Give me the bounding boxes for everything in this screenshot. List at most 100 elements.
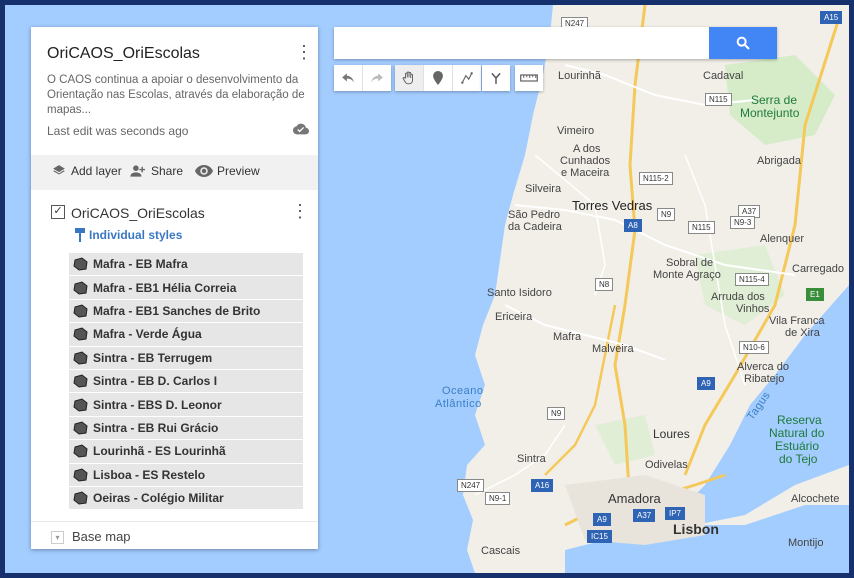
place-label: Santo Isidoro xyxy=(487,287,552,299)
preview-label: Preview xyxy=(217,164,260,178)
layer-feature-item[interactable]: Lourinhã - ES Lourinhã xyxy=(69,440,303,463)
last-edit-status: Last edit was seconds ago xyxy=(47,124,189,138)
hand-icon xyxy=(402,71,413,85)
layer-feature-item[interactable]: Lisboa - ES Restelo xyxy=(69,463,303,486)
add-directions-button[interactable] xyxy=(482,65,510,91)
cloud-saved-icon xyxy=(293,123,309,135)
history-toolbar xyxy=(334,65,391,91)
place-label: Ribatejo xyxy=(744,373,785,385)
place-label: Mafra xyxy=(553,331,582,343)
base-map-section[interactable]: ▾ Base map xyxy=(31,521,318,550)
layer-feature-item[interactable]: Sintra - EB D. Carlos I xyxy=(69,369,303,393)
layer-feature-item[interactable]: Mafra - EB Mafra xyxy=(69,253,303,276)
layer-name[interactable]: OriCAOS_OriEscolas xyxy=(71,205,205,221)
place-label: Oceano xyxy=(442,385,484,397)
place-label: Arruda dos xyxy=(711,291,765,303)
place-label: Lisbon xyxy=(673,521,719,537)
search-button[interactable] xyxy=(709,27,777,59)
place-label: São Pedro xyxy=(508,209,560,221)
place-label: Alverca do xyxy=(737,361,789,373)
place-label: Vinhos xyxy=(736,303,770,315)
road-shield: N9-3 xyxy=(730,216,756,229)
layer-feature-item[interactable]: Mafra - EB1 Sanches de Brito xyxy=(69,299,303,323)
add-marker-button[interactable] xyxy=(424,65,453,91)
place-label: Cadaval xyxy=(703,70,744,82)
layer-feature-item[interactable]: Mafra - Verde Água xyxy=(69,323,303,346)
layer-feature-list: Mafra - EB Mafra Mafra - EB1 Hélia Correi… xyxy=(69,253,303,510)
layer-options-kebab-icon[interactable]: ⋮ xyxy=(291,202,309,220)
road-shield: N9 xyxy=(657,208,676,221)
polygon-icon xyxy=(73,281,88,295)
action-bar: Add layer Share Preview xyxy=(31,155,318,190)
place-label: Silveira xyxy=(525,183,562,195)
expand-arrow-icon[interactable]: ▾ xyxy=(51,531,64,544)
redo-icon xyxy=(371,73,383,83)
redo-button[interactable] xyxy=(363,65,391,91)
layer-feature-label: Mafra - EB Mafra xyxy=(93,257,188,272)
road-shield: N9 xyxy=(547,407,566,420)
place-label: Montejunto xyxy=(740,106,800,120)
layer-feature-item[interactable]: Sintra - EB Rui Grácio xyxy=(69,416,303,440)
layer-feature-label: Sintra - EB D. Carlos I xyxy=(93,374,218,389)
place-label: Odivelas xyxy=(645,459,688,471)
polygon-icon xyxy=(73,374,88,388)
place-label: Amadora xyxy=(608,491,661,506)
select-tool-button[interactable] xyxy=(395,65,424,91)
road-shield: A15 xyxy=(820,11,843,24)
map-description[interactable]: O CAOS continua a apoiar o desenvolvimen… xyxy=(47,73,305,118)
place-label: Sobral de xyxy=(666,257,714,269)
map-options-kebab-icon[interactable]: ⋮ xyxy=(295,43,313,61)
polygon-icon xyxy=(73,444,88,458)
marker-icon xyxy=(433,71,443,85)
individual-styles-label: Individual styles xyxy=(89,228,183,242)
undo-button[interactable] xyxy=(334,65,363,91)
place-label: Alenquer xyxy=(760,233,805,245)
place-label: Natural do xyxy=(769,426,825,440)
add-layer-label: Add layer xyxy=(71,164,122,178)
individual-styles-link[interactable]: Individual styles xyxy=(75,228,182,242)
road-shield: N115 xyxy=(688,221,715,234)
search-input[interactable] xyxy=(334,27,719,57)
place-label: do Tejo xyxy=(779,452,818,466)
layer-feature-label: Sintra - EB Rui Grácio xyxy=(93,420,219,435)
share-button[interactable]: Share xyxy=(129,164,183,178)
place-label: Lourinhã xyxy=(558,70,601,82)
road-shield: IP7 xyxy=(665,507,686,520)
layer-feature-item[interactable]: Sintra - EBS D. Leonor xyxy=(69,393,303,416)
place-label: Loures xyxy=(653,427,690,441)
place-label: Carregado xyxy=(792,263,844,275)
road-shield: N10-6 xyxy=(739,341,769,354)
road-shield: E1 xyxy=(806,288,824,301)
search-box xyxy=(334,27,777,59)
place-label: Abrigada xyxy=(757,155,802,167)
map-title[interactable]: OriCAOS_OriEscolas xyxy=(47,45,200,63)
place-label: Vila Franca xyxy=(769,315,825,327)
eye-icon xyxy=(195,165,213,177)
road-shield: N8 xyxy=(595,278,614,291)
add-layer-button[interactable]: Add layer xyxy=(51,164,122,178)
layer-feature-label: Lisboa - ES Restelo xyxy=(93,467,206,482)
preview-button[interactable]: Preview xyxy=(195,164,260,178)
layer-visibility-checkbox[interactable]: ✓ xyxy=(51,205,65,219)
place-label: Alcochete xyxy=(791,493,840,505)
directions-icon xyxy=(491,72,501,84)
layer-feature-label: Mafra - EB1 Sanches de Brito xyxy=(93,303,261,318)
road-shield: N115 xyxy=(705,93,732,106)
layer-feature-label: Lourinhã - ES Lourinhã xyxy=(93,444,226,459)
add-person-icon xyxy=(130,165,145,177)
draw-line-button[interactable] xyxy=(453,65,481,91)
layer-feature-label: Sintra - EBS D. Leonor xyxy=(93,397,222,412)
layer-feature-item[interactable]: Oeiras - Colégio Militar xyxy=(69,486,303,510)
ruler-icon xyxy=(520,74,538,82)
measure-button[interactable] xyxy=(515,65,543,91)
polygon-icon xyxy=(73,468,88,482)
layer-feature-item[interactable]: Sintra - EB Terrugem xyxy=(69,346,303,369)
layer-feature-label: Mafra - EB1 Hélia Correia xyxy=(93,280,237,295)
polygon-icon xyxy=(73,304,88,318)
road-shield: A16 xyxy=(531,479,554,492)
place-label: Ericeira xyxy=(495,311,533,323)
road-shield: N115-2 xyxy=(639,172,673,185)
layer-feature-item[interactable]: Mafra - EB1 Hélia Correia xyxy=(69,276,303,299)
polygon-icon xyxy=(73,351,88,365)
share-label: Share xyxy=(151,164,184,178)
